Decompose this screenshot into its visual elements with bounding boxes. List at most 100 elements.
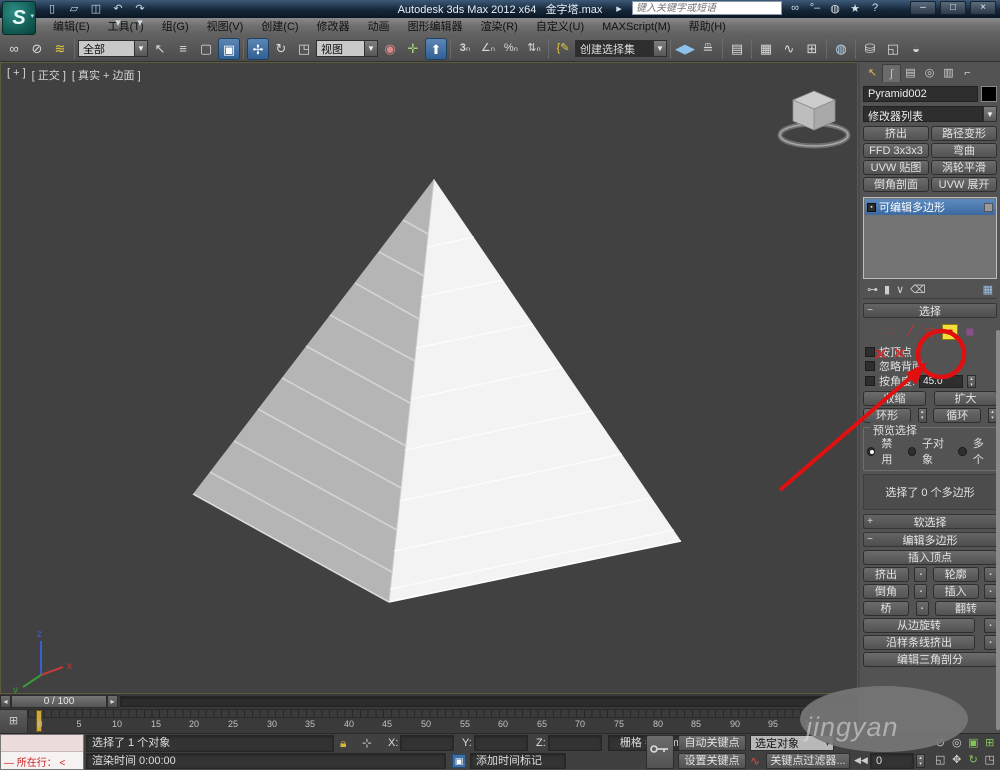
edit-triangulation-button[interactable]: 编辑三角剖分 (863, 652, 997, 667)
search-binoculars-icon[interactable]: ∞ (788, 2, 802, 14)
preview-disable-radio[interactable] (867, 447, 875, 456)
panel-scrollbar[interactable] (996, 330, 1000, 730)
ring-button[interactable]: 环形 (863, 408, 911, 423)
time-slider-track[interactable] (120, 696, 856, 707)
use-pivot-center-icon[interactable]: ◉ (379, 38, 401, 60)
z-coordinate-field[interactable] (548, 735, 602, 751)
loop-button[interactable]: 循环 (933, 408, 981, 423)
current-frame-field[interactable]: 0 (870, 753, 914, 769)
time-forward-arrow[interactable]: ▸ (107, 695, 118, 708)
menu-graph-editors[interactable]: 图形编辑器 (399, 18, 472, 36)
outline-button[interactable]: 轮廓 (933, 567, 979, 582)
subscription-key-icon[interactable]: °– (808, 2, 822, 14)
extrude-settings-icon[interactable]: ▪ (914, 567, 927, 582)
element-subobject-icon[interactable]: ◼ (962, 324, 978, 340)
angle-value-field[interactable]: 45.0 (919, 375, 963, 388)
select-and-link-icon[interactable]: ∞ (3, 38, 25, 60)
rollout-selection-header[interactable]: − 选择 (863, 303, 997, 318)
tab-hierarchy-icon[interactable]: ▤ (901, 64, 920, 82)
track-bar-ruler[interactable]: 0 5 10 15 20 25 30 35 40 45 50 55 60 65 … (28, 710, 836, 734)
time-back-arrow[interactable]: ◂ (0, 695, 11, 708)
path-deform-button[interactable]: 路径变形 (931, 126, 997, 141)
menu-customize[interactable]: 自定义(U) (527, 18, 593, 36)
render-setup-icon[interactable]: ⛁ (859, 38, 881, 60)
object-color-swatch[interactable] (981, 86, 997, 102)
by-angle-checkbox[interactable] (865, 376, 875, 386)
select-and-move-icon[interactable]: ✢ (247, 38, 269, 60)
search-box[interactable] (632, 1, 782, 15)
angle-spinner[interactable]: ▴▾ (967, 375, 976, 388)
menu-views[interactable]: 视图(V) (198, 18, 253, 36)
snaps-toggle-icon[interactable]: 3ₙ (454, 38, 476, 60)
bevel-profile-button[interactable]: 倒角剖面 (863, 177, 929, 192)
hinge-from-edge-button[interactable]: 从边旋转 (863, 618, 975, 633)
select-and-rotate-icon[interactable]: ↻ (270, 38, 292, 60)
selection-filter-dropdown[interactable]: 全部▼ (78, 40, 148, 57)
viewport-pov-menu[interactable]: [ + ] (7, 67, 26, 83)
keyboard-shortcut-override-icon[interactable]: ⬆ (425, 38, 447, 60)
menu-modifiers[interactable]: 修改器 (308, 18, 359, 36)
undo-icon[interactable]: ↶ ▾ (110, 2, 126, 16)
open-file-icon[interactable]: ▱ (66, 2, 82, 16)
track-bar[interactable]: ⊞ 0 5 10 15 20 25 30 35 40 45 50 55 60 6… (0, 709, 858, 733)
bridge-settings-icon[interactable]: ▪ (916, 601, 929, 616)
select-by-name-icon[interactable]: ≡ (172, 38, 194, 60)
configure-modifier-sets-icon[interactable]: ▦ (983, 283, 993, 296)
absolute-mode-icon[interactable]: ⊹ (362, 736, 372, 750)
named-selection-set-dropdown[interactable]: 创建选择集▼ (575, 40, 667, 57)
bend-button[interactable]: 弯曲 (931, 143, 997, 158)
uvw-map-button[interactable]: UVW 贴图 (863, 160, 929, 175)
app-logo[interactable]: S▾ (2, 1, 36, 35)
menu-create[interactable]: 创建(C) (252, 18, 307, 36)
vertex-subobject-icon[interactable]: ∴ (882, 324, 898, 340)
material-editor-icon[interactable]: ◍ (830, 38, 852, 60)
ring-spinner[interactable]: ▴▾ (918, 408, 927, 423)
menu-animation[interactable]: 动画 (359, 18, 399, 36)
new-key-curve-icon[interactable]: ∿ (750, 754, 760, 768)
search-input[interactable] (636, 3, 778, 14)
menu-edit[interactable]: 编辑(E) (44, 18, 99, 36)
bind-to-spacewarp-icon[interactable]: ≋ (49, 38, 71, 60)
preview-multiple-radio[interactable] (958, 447, 966, 456)
preview-subobject-radio[interactable] (908, 447, 916, 456)
show-end-result-icon[interactable]: ▮ (884, 283, 890, 296)
menu-maxscript[interactable]: MAXScript(M) (593, 18, 679, 36)
new-file-icon[interactable]: ▯ (44, 2, 60, 16)
selection-lock-icon[interactable]: 🔒︎ (340, 736, 346, 751)
reference-coordinate-dropdown[interactable]: 视图▼ (316, 40, 378, 57)
inset-button[interactable]: 插入 (933, 584, 979, 599)
time-tag-icon[interactable]: ▣ (452, 754, 466, 768)
zoom-icon[interactable]: ⊙ (932, 735, 949, 752)
bevel-button[interactable]: 倒角 (863, 584, 909, 599)
set-key-button[interactable]: 设置关键点 (678, 753, 746, 769)
key-filters-button[interactable]: 关键点过滤器... (766, 753, 850, 769)
viewport[interactable]: [ + ] [ 正交 ] [ 真实 + 边面 ] (0, 62, 858, 694)
angle-snap-icon[interactable]: ∠ₙ (477, 38, 499, 60)
bevel-settings-icon[interactable]: ▪ (914, 584, 927, 599)
tab-motion-icon[interactable]: ◎ (920, 64, 939, 82)
set-keys-button[interactable] (646, 735, 674, 769)
pan-hand-icon[interactable]: ✥ (949, 752, 966, 769)
y-coordinate-field[interactable] (474, 735, 528, 751)
edge-subobject-icon[interactable]: ╱ (902, 324, 918, 340)
x-coordinate-field[interactable] (400, 735, 454, 751)
rollout-edit-poly-header[interactable]: − 编辑多边形 (863, 532, 997, 547)
tab-display-icon[interactable]: ▥ (939, 64, 958, 82)
add-time-tag[interactable]: 添加时间标记 (470, 753, 566, 769)
graphite-tools-icon[interactable]: ▦ (755, 38, 777, 60)
maxscript-mini-listener[interactable]: — 所在行： < (0, 734, 84, 770)
render-production-icon[interactable]: ◒ (905, 38, 927, 60)
rollout-soft-selection-header[interactable]: + 软选择 (863, 514, 997, 529)
frame-spinner[interactable]: ▴▾ (916, 754, 925, 768)
zoom-all-icon[interactable]: ◎ (949, 735, 966, 752)
zoom-extents-icon[interactable]: ▣ (965, 735, 982, 752)
spinner-snap-icon[interactable]: ⇅ₙ (523, 38, 545, 60)
select-and-scale-icon[interactable]: ◳ (293, 38, 315, 60)
remove-modifier-icon[interactable]: ⌫ (910, 283, 926, 296)
time-slider-handle[interactable]: 0 / 100 (11, 695, 107, 708)
search-flyout-icon[interactable]: ▸ (612, 2, 626, 15)
make-unique-icon[interactable]: ∨ (896, 283, 904, 296)
redo-icon[interactable]: ↷ ▾ (132, 2, 148, 16)
modifier-stack[interactable]: ▪ 可编辑多边形 (863, 197, 997, 279)
fov-region-icon[interactable]: ◱ (932, 752, 949, 769)
